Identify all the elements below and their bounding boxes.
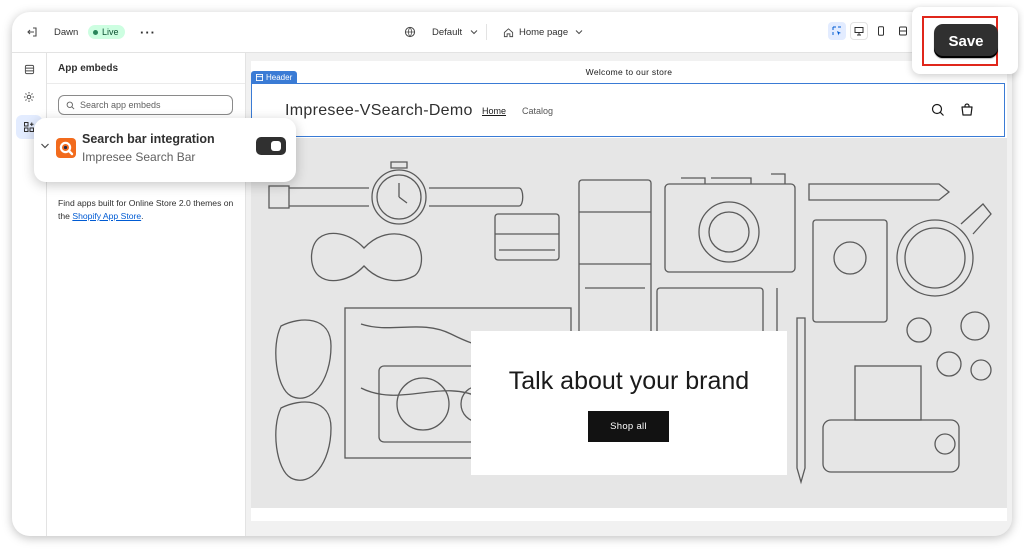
exit-icon (27, 27, 37, 37)
announcement-bar: Welcome to our store (585, 67, 673, 77)
glasses (275, 319, 332, 481)
store-name[interactable]: Impresee-VSearch-Demo (285, 102, 473, 120)
desktop-icon (854, 27, 864, 36)
cart-icon[interactable] (959, 102, 975, 118)
editor-topbar: Dawn Live ··· Default Home page (12, 12, 1012, 53)
pen (796, 317, 806, 485)
embed-title: Search bar integration (82, 132, 215, 146)
hero-content-box: Talk about your brand Shop all (471, 331, 787, 475)
template-label: Home page (519, 26, 569, 38)
globe-icon (404, 26, 416, 38)
settings-icon (24, 92, 34, 102)
template-selector[interactable]: Home page (503, 12, 583, 52)
compact-camera (822, 419, 960, 473)
watch-strap-right (429, 187, 524, 207)
watch-strap-left (268, 185, 369, 209)
sections-nav-button[interactable] (21, 61, 37, 77)
home-icon (503, 27, 514, 37)
inspector-button[interactable] (828, 22, 846, 40)
shopify-app-store-link[interactable]: Shopify App Store (72, 211, 141, 221)
mobile-icon (878, 26, 884, 36)
chevron-down-icon (470, 30, 478, 35)
search-app-embeds-input[interactable]: Search app embeds (58, 95, 233, 115)
nav-home-link[interactable]: Home (482, 106, 506, 116)
impresee-logo-icon (56, 138, 76, 158)
search-icon (66, 101, 75, 109)
panel-title: App embeds (58, 63, 119, 74)
status-badge: Live (88, 25, 125, 39)
bow-tie (310, 232, 423, 282)
section-icon (256, 74, 263, 81)
lens-small (494, 213, 560, 261)
search-placeholder: Search app embeds (80, 100, 161, 110)
save-button[interactable]: Save (934, 24, 998, 58)
pencil (808, 183, 951, 201)
divider (47, 83, 245, 84)
more-actions-button[interactable]: ··· (140, 12, 156, 52)
chevron-down-icon[interactable] (40, 142, 50, 150)
store-footer-strip (251, 508, 1007, 521)
settings-nav-button[interactable] (21, 89, 37, 105)
language-selector[interactable]: Default (404, 12, 478, 52)
app-embed-card[interactable]: Search bar integration Impresee Search B… (34, 118, 296, 182)
chevron-down-icon (575, 30, 583, 35)
app-window: Dawn Live ··· Default Home page App embe… (12, 12, 1012, 536)
theme-name: Dawn (54, 26, 79, 38)
fullscreen-view-button[interactable] (894, 22, 912, 40)
nav-catalog-link[interactable]: Catalog (522, 106, 553, 116)
shop-all-button[interactable]: Shop all (588, 411, 669, 442)
mobile-view-button[interactable] (872, 22, 890, 40)
exit-button[interactable] (26, 12, 38, 52)
desktop-view-button[interactable] (850, 22, 868, 40)
embed-subtitle: Impresee Search Bar (82, 150, 196, 164)
divider (486, 24, 487, 40)
language-label: Default (432, 26, 463, 38)
live-status: Live (88, 12, 125, 52)
section-tag: Header (251, 71, 298, 84)
store-preview: Welcome to our store Impresee-VSearch-De… (251, 61, 1007, 521)
hero-title: Talk about your brand (508, 367, 750, 395)
store-header[interactable]: Impresee-VSearch-Demo Home Catalog (251, 83, 1005, 137)
save-callout: Save (912, 7, 1018, 74)
sections-icon (24, 64, 34, 74)
mug (896, 219, 974, 297)
embed-enable-toggle[interactable] (256, 137, 286, 155)
passport (812, 219, 888, 323)
hero-banner: Talk about your brand Shop all (251, 138, 1007, 508)
fullscreen-icon (899, 26, 907, 36)
inspector-icon (832, 26, 841, 36)
ellipsis-icon: ··· (140, 24, 156, 40)
find-apps-text: Find apps built for Online Store 2.0 the… (58, 198, 234, 221)
camera-body (664, 183, 796, 273)
preview-canvas: Welcome to our store Impresee-VSearch-De… (246, 53, 1012, 536)
search-icon[interactable] (930, 102, 946, 118)
view-toggle-group (828, 22, 912, 40)
live-dot-icon (93, 29, 98, 35)
toggle-knob (271, 141, 281, 151)
